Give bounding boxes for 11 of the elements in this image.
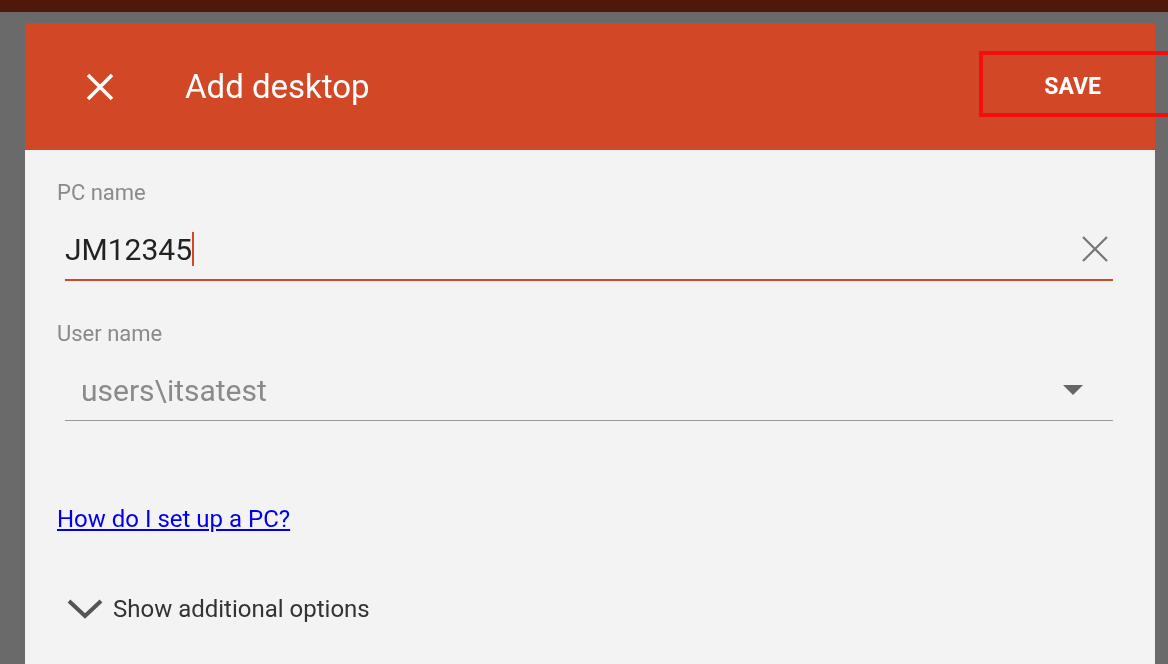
help-link[interactable]: How do I set up a PC? — [57, 505, 291, 533]
input-field[interactable]: JM12345 — [65, 219, 1113, 281]
field-label: PC name — [57, 180, 146, 205]
dialog-title: Add desktop — [185, 67, 371, 106]
close-icon — [85, 71, 115, 102]
show-options-toggle[interactable]: Show additional options — [57, 595, 370, 623]
dropdown-caret-icon[interactable] — [1063, 385, 1083, 395]
save-button[interactable]: SAVE — [1036, 65, 1109, 108]
chevron-icon — [67, 599, 103, 619]
field-label: User name — [57, 321, 163, 346]
clear-icon[interactable] — [1081, 235, 1109, 263]
